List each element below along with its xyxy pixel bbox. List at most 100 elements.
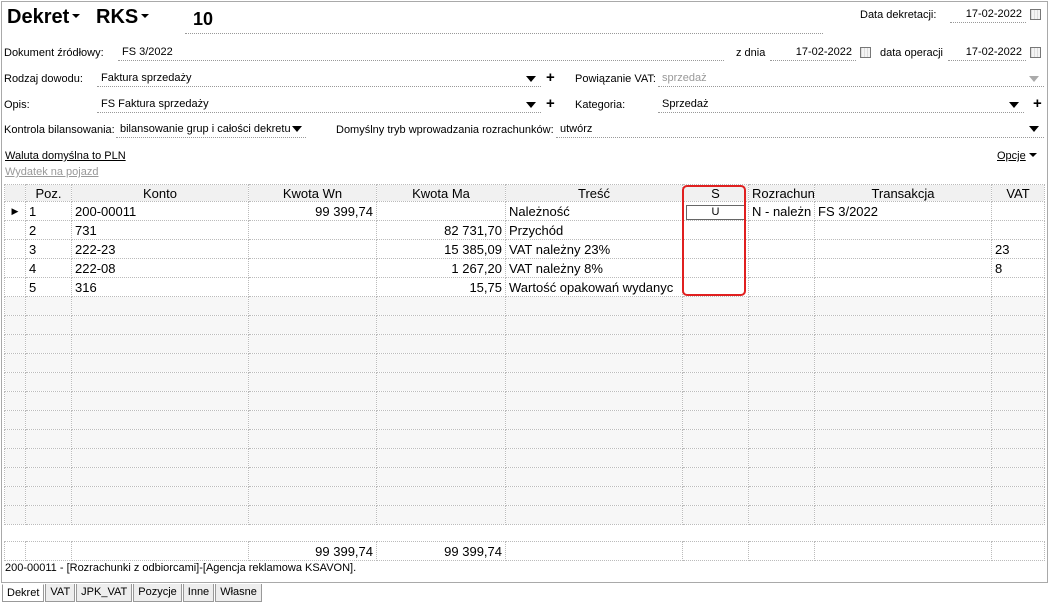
dropdown-arrow-icon[interactable] xyxy=(1009,102,1019,108)
cell-tresc[interactable]: VAT należny 8% xyxy=(505,258,683,278)
table-row[interactable]: 2 731 82 731,70 Przychód xyxy=(4,220,1045,240)
cell-poz[interactable]: 5 xyxy=(25,277,72,297)
cell-vat[interactable]: 23 xyxy=(991,239,1045,259)
doc-type-dropdown[interactable]: Dekret xyxy=(7,6,81,29)
cell-kwota-ma[interactable]: 15,75 xyxy=(376,277,506,297)
tab-pozycje[interactable]: Pozycje xyxy=(133,584,182,602)
empty-row[interactable] xyxy=(4,372,1045,392)
cell-poz[interactable]: 1 xyxy=(25,201,72,221)
cell-vat[interactable] xyxy=(991,220,1045,240)
empty-row[interactable] xyxy=(4,315,1045,335)
category-select[interactable]: Sprzedaż xyxy=(658,95,1024,113)
from-date-field[interactable]: 17-02-2022 xyxy=(770,43,856,61)
empty-row[interactable] xyxy=(4,296,1045,316)
cell-kwota-ma[interactable]: 15 385,09 xyxy=(376,239,506,259)
tab-inne[interactable]: Inne xyxy=(182,584,215,602)
empty-row[interactable] xyxy=(4,353,1045,373)
cell-kwota-ma[interactable]: 82 731,70 xyxy=(376,220,506,240)
table-row[interactable]: 3 222-23 15 385,09 VAT należny 23% 23 xyxy=(4,239,1045,259)
source-field[interactable]: FS 3/2022 xyxy=(118,43,724,61)
cell-konto[interactable]: 222-08 xyxy=(71,258,249,278)
cell-vat[interactable] xyxy=(991,201,1045,221)
col-header-kwota-wn[interactable]: Kwota Wn xyxy=(248,184,377,202)
cell-poz[interactable]: 2 xyxy=(25,220,72,240)
number-field[interactable]: 10 xyxy=(185,6,823,34)
cell-rozrachun[interactable] xyxy=(748,220,815,240)
cell-tresc[interactable]: Należność xyxy=(505,201,683,221)
cell-kwota-wn[interactable] xyxy=(248,277,377,297)
cell-kwota-wn[interactable]: 99 399,74 xyxy=(248,201,377,221)
table-row[interactable]: 4 222-08 1 267,20 VAT należny 8% 8 xyxy=(4,258,1045,278)
cell-kwota-ma[interactable] xyxy=(376,201,506,221)
cell-transakcja[interactable] xyxy=(814,220,992,240)
col-header-poz[interactable]: Poz. xyxy=(25,184,72,202)
journal-dropdown[interactable]: RKS xyxy=(96,6,150,29)
cell-poz[interactable]: 3 xyxy=(25,239,72,259)
calendar-icon[interactable] xyxy=(860,47,871,58)
empty-row[interactable] xyxy=(4,505,1045,525)
tab-dekret[interactable]: Dekret xyxy=(2,584,45,602)
cell-tresc[interactable]: VAT należny 23% xyxy=(505,239,683,259)
cell-transakcja[interactable]: FS 3/2022 xyxy=(814,201,992,221)
col-header-rozrachun[interactable]: Rozrachun xyxy=(748,184,815,202)
cell-rozrachun[interactable]: N - należn xyxy=(748,201,815,221)
add-description-button[interactable]: + xyxy=(546,96,555,111)
date-field[interactable]: 17-02-2022 xyxy=(950,5,1026,23)
calendar-icon[interactable] xyxy=(1030,47,1041,58)
add-category-button[interactable]: + xyxy=(1033,96,1042,111)
cell-kwota-ma[interactable]: 1 267,20 xyxy=(376,258,506,278)
cell-rozrachun[interactable] xyxy=(748,258,815,278)
cell-kwota-wn[interactable] xyxy=(248,220,377,240)
table-row[interactable]: 5 316 15,75 Wartość opakowań wydanyc xyxy=(4,277,1045,297)
dropdown-arrow-icon[interactable] xyxy=(292,126,302,132)
operation-date-field[interactable]: 17-02-2022 xyxy=(948,43,1026,61)
cell-konto[interactable]: 222-23 xyxy=(71,239,249,259)
tab-wlasne[interactable]: Własne xyxy=(215,584,262,602)
cell-poz[interactable]: 4 xyxy=(25,258,72,278)
cell-vat[interactable] xyxy=(991,277,1045,297)
col-header-konto[interactable]: Konto xyxy=(71,184,249,202)
cell-rozrachun[interactable] xyxy=(748,277,815,297)
calendar-icon[interactable] xyxy=(1030,9,1041,20)
vat-link-select[interactable]: sprzedaż xyxy=(658,69,1044,87)
description-select[interactable]: FS Faktura sprzedaży xyxy=(97,95,541,113)
empty-row[interactable] xyxy=(4,467,1045,487)
settlement-mode-select[interactable]: utwórz xyxy=(556,120,1044,138)
dropdown-arrow-icon[interactable] xyxy=(526,102,536,108)
cell-konto[interactable]: 316 xyxy=(71,277,249,297)
dropdown-arrow-icon[interactable] xyxy=(526,76,536,82)
tab-jpk-vat[interactable]: JPK_VAT xyxy=(76,584,133,602)
table-row[interactable]: ▶ 1 200-00011 99 399,74 Należność U N - … xyxy=(4,201,1045,221)
col-header-kwota-ma[interactable]: Kwota Ma xyxy=(376,184,506,202)
cell-konto[interactable]: 200-00011 xyxy=(71,201,249,221)
proof-type-select[interactable]: Faktura sprzedaży xyxy=(97,69,541,87)
cell-konto[interactable]: 731 xyxy=(71,220,249,240)
cell-transakcja[interactable] xyxy=(814,277,992,297)
vehicle-expense-link[interactable]: Wydatek na pojazd xyxy=(5,165,98,179)
tab-vat[interactable]: VAT xyxy=(45,584,76,602)
options-menu[interactable]: Opcje xyxy=(997,149,1037,163)
col-header-tresc[interactable]: Treść xyxy=(505,184,683,202)
col-header-transakcja[interactable]: Transakcja xyxy=(814,184,992,202)
add-proof-button[interactable]: + xyxy=(546,70,555,85)
empty-row[interactable] xyxy=(4,391,1045,411)
empty-row[interactable] xyxy=(4,334,1045,354)
cell-kwota-wn[interactable] xyxy=(248,239,377,259)
dropdown-arrow-icon[interactable] xyxy=(1029,126,1039,132)
empty-row[interactable] xyxy=(4,448,1045,468)
cell-kwota-wn[interactable] xyxy=(248,258,377,278)
col-header-vat[interactable]: VAT xyxy=(991,184,1045,202)
dropdown-arrow-icon[interactable] xyxy=(1029,76,1039,82)
cell-vat[interactable]: 8 xyxy=(991,258,1045,278)
currency-link[interactable]: Waluta domyślna to PLN xyxy=(5,149,126,163)
bottom-tabs: Dekret VAT JPK_VAT Pozycje Inne Własne xyxy=(2,584,263,602)
cell-tresc[interactable]: Przychód xyxy=(505,220,683,240)
empty-row[interactable] xyxy=(4,410,1045,430)
empty-row[interactable] xyxy=(4,429,1045,449)
cell-transakcja[interactable] xyxy=(814,239,992,259)
empty-row[interactable] xyxy=(4,486,1045,506)
cell-tresc[interactable]: Wartość opakowań wydanyc xyxy=(505,277,683,297)
cell-rozrachun[interactable] xyxy=(748,239,815,259)
balance-control-select[interactable]: bilansowanie grup i całości dekretu xyxy=(116,120,306,138)
cell-transakcja[interactable] xyxy=(814,258,992,278)
